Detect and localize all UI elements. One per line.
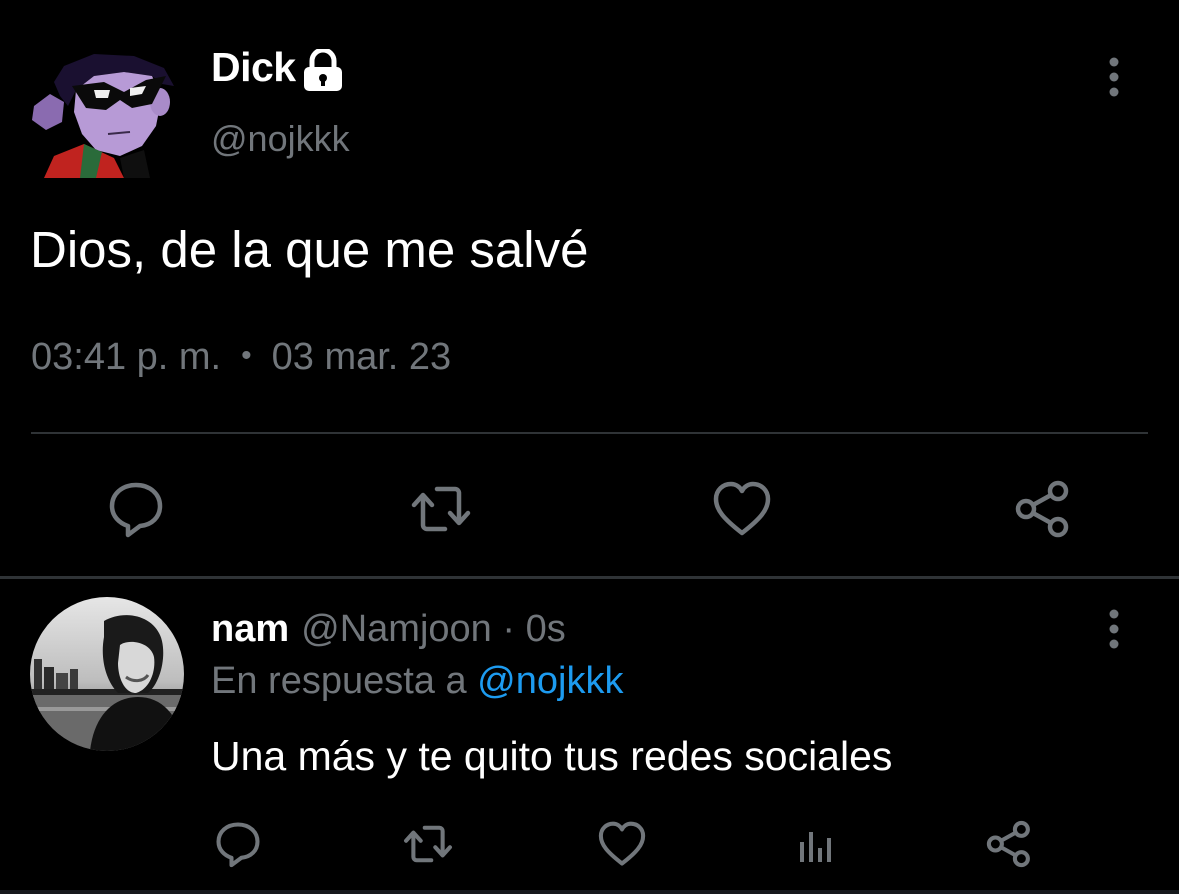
replying-to: En respuesta a @nojkkk [211, 660, 623, 703]
tweet-timestamp[interactable]: 03:41 p. m. • 03 mar. 23 [31, 336, 451, 379]
mention-link[interactable]: @nojkkk [477, 660, 623, 702]
like-icon[interactable] [596, 818, 648, 870]
reply-prefix: En respuesta a [211, 660, 467, 702]
separator-dot: · [502, 608, 516, 650]
reply-text: Una más y te quito tus redes sociales [211, 733, 893, 779]
retweet-icon[interactable] [409, 477, 473, 541]
tweet-text: Dios, de la que me salvé [30, 221, 589, 278]
share-icon[interactable] [1012, 477, 1076, 541]
reply-handle[interactable]: @Namjoon [301, 608, 492, 650]
avatar[interactable] [30, 597, 184, 751]
like-icon[interactable] [710, 477, 774, 541]
divider [0, 576, 1179, 579]
lock-icon [300, 47, 346, 91]
share-icon[interactable] [984, 818, 1036, 870]
reply-time: 0s [525, 608, 566, 650]
retweet-icon[interactable] [402, 818, 454, 870]
display-name[interactable]: Dick [211, 44, 296, 91]
divider [0, 890, 1179, 894]
divider [31, 432, 1148, 434]
reply-icon[interactable] [212, 818, 264, 870]
reply-header: nam @Namjoon · 0s [211, 608, 566, 651]
avatar[interactable] [24, 46, 184, 178]
reply-display-name[interactable]: nam [211, 608, 289, 650]
robin-avatar-icon [32, 54, 174, 178]
profile-photo-icon [30, 597, 184, 751]
views-icon[interactable] [790, 818, 842, 870]
tweet-time: 03:41 p. m. [31, 336, 222, 378]
reply-icon[interactable] [104, 477, 168, 541]
handle[interactable]: @nojkkk [211, 118, 350, 160]
tweet-date: 03 mar. 23 [271, 336, 452, 378]
more-options-icon[interactable] [1100, 56, 1128, 100]
more-options-icon[interactable] [1100, 608, 1128, 652]
separator-dot: • [241, 339, 252, 372]
